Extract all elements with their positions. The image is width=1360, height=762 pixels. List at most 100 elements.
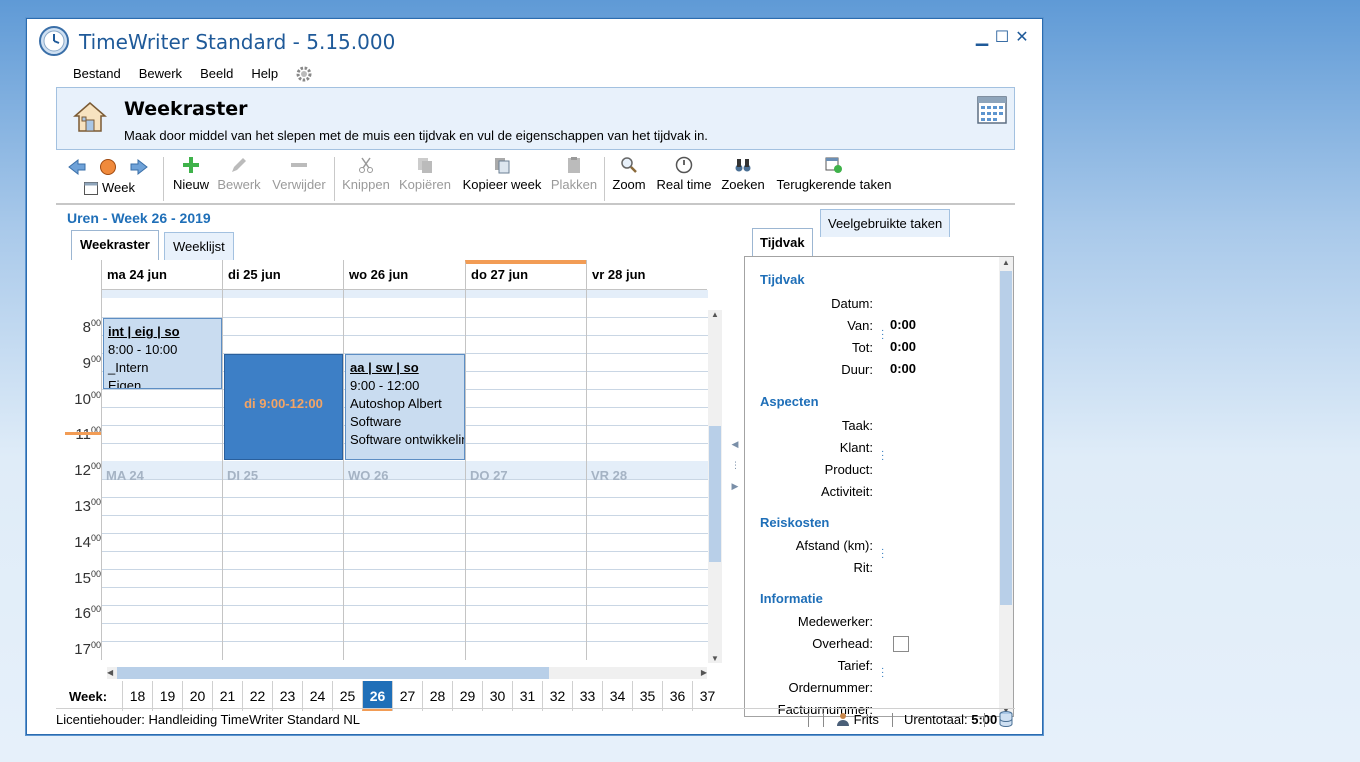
arrow-right-icon[interactable]	[130, 159, 148, 175]
delete-button[interactable]: Verwijder	[268, 153, 330, 203]
scroll-left-arrow[interactable]: ◀	[107, 668, 113, 677]
user-name: Frits	[853, 712, 879, 727]
new-button[interactable]: Nieuw	[170, 153, 212, 203]
scroll-thumb[interactable]	[117, 667, 549, 679]
panel-splitter[interactable]: ◀ ⋮ ▶	[731, 439, 740, 499]
binoculars-icon	[735, 159, 751, 172]
pencil-icon	[232, 158, 246, 172]
license-text: Licentiehouder: Handleiding TimeWriter S…	[56, 712, 360, 727]
day-header-mon[interactable]: ma 24 jun	[101, 260, 222, 290]
section-aspecten: Aspecten	[760, 394, 819, 409]
appointment-intern[interactable]: int | eig | so 8:00 - 10:00 _Intern Eige…	[103, 318, 222, 389]
hour-label: 1200	[74, 461, 101, 479]
app-clock-icon	[39, 26, 69, 56]
page-banner: Weekraster Maak door middel van het slep…	[56, 87, 1015, 150]
menu-beeld[interactable]: Beeld	[191, 65, 242, 83]
field-tot[interactable]: 0:00	[890, 339, 916, 354]
copy-week-icon	[495, 158, 510, 174]
tab-tijdvak[interactable]: Tijdvak	[752, 228, 813, 258]
app-window: TimeWriter Standard - 5.15.000 ▁ ☐ ✕ Bes…	[26, 18, 1043, 735]
scroll-right-arrow[interactable]: ▶	[701, 668, 707, 677]
week-18[interactable]: 18	[122, 681, 152, 711]
recurring-tasks-button[interactable]: Terugkerende taken	[774, 153, 894, 203]
week-30[interactable]: 30	[482, 681, 512, 711]
field-label-afstand: Afstand (km):	[795, 538, 873, 553]
copy-week-button[interactable]: Kopieer week	[460, 153, 544, 203]
week-27[interactable]: 27	[392, 681, 422, 711]
scroll-up-arrow[interactable]: ▲	[711, 310, 719, 319]
week-31[interactable]: 31	[512, 681, 542, 711]
tab-weeklijst[interactable]: Weeklijst	[164, 232, 234, 260]
overhead-checkbox[interactable]	[893, 636, 909, 652]
week-25[interactable]: 25	[332, 681, 362, 711]
window-title: TimeWriter Standard - 5.15.000	[79, 30, 396, 54]
section-informatie: Informatie	[760, 591, 823, 606]
week-36[interactable]: 36	[662, 681, 692, 711]
selected-timeslot[interactable]: di 9:00-12:00	[224, 354, 343, 460]
day-header-wed[interactable]: wo 26 jun	[343, 260, 465, 290]
copy-button[interactable]: Kopiëren	[397, 153, 453, 203]
close-button[interactable]: ✕	[1013, 29, 1031, 47]
real-time-button[interactable]: Real time	[656, 153, 712, 203]
week-grid[interactable]: ma 24 jun di 25 jun wo 26 jun do 27 jun …	[63, 260, 723, 660]
menu-help[interactable]: Help	[242, 65, 287, 83]
menu-bewerk[interactable]: Bewerk	[130, 65, 191, 83]
edit-button[interactable]: Bewerk	[216, 153, 262, 203]
week-34[interactable]: 34	[602, 681, 632, 711]
week-19[interactable]: 19	[152, 681, 182, 711]
scroll-thumb[interactable]	[1000, 271, 1012, 605]
appointment-autoshop[interactable]: aa | sw | so 9:00 - 12:00 Autoshop Alber…	[345, 354, 465, 460]
database-icon[interactable]	[999, 711, 1013, 727]
week-22[interactable]: 22	[242, 681, 272, 711]
scroll-up-arrow[interactable]: ▲	[1002, 258, 1010, 267]
tab-veelgebruikte-taken[interactable]: Veelgebruikte taken	[820, 209, 951, 237]
hour-label: 1700	[74, 640, 101, 658]
week-26[interactable]: 26	[362, 681, 392, 711]
search-button[interactable]: Zoeken	[720, 153, 766, 203]
zoom-icon	[621, 157, 637, 173]
field-van[interactable]: 0:00	[890, 317, 916, 332]
gear-icon[interactable]	[295, 65, 313, 83]
scroll-down-arrow[interactable]: ▼	[711, 654, 719, 663]
week-29[interactable]: 29	[452, 681, 482, 711]
week-33[interactable]: 33	[572, 681, 602, 711]
week-view-label: Week	[102, 180, 135, 195]
day-header-thu[interactable]: do 27 jun	[465, 260, 586, 290]
today-icon[interactable]	[99, 158, 117, 176]
noon-label-wed: WO 26	[348, 468, 389, 483]
grid-horizontal-scrollbar[interactable]: ◀ ▶	[107, 667, 707, 679]
field-label-van: Van:	[847, 318, 873, 333]
week-32[interactable]: 32	[542, 681, 572, 711]
zoom-button[interactable]: Zoom	[610, 153, 648, 203]
menu-bestand[interactable]: Bestand	[64, 65, 130, 83]
scroll-thumb[interactable]	[709, 426, 721, 562]
field-label-klant: Klant:	[839, 440, 873, 455]
week-37[interactable]: 37	[692, 681, 722, 711]
paste-button[interactable]: Plakken	[550, 153, 598, 203]
status-bar: Licentiehouder: Handleiding TimeWriter S…	[56, 708, 1015, 730]
week-view-button[interactable]: Week	[84, 180, 135, 195]
tab-weekraster[interactable]: Weekraster	[71, 230, 159, 260]
field-duur[interactable]: 0:00	[890, 361, 916, 376]
day-header-fri[interactable]: vr 28 jun	[586, 260, 707, 290]
maximize-button[interactable]: ☐	[993, 29, 1011, 47]
week-28[interactable]: 28	[422, 681, 452, 711]
minimize-button[interactable]: ▁	[973, 29, 991, 47]
week-21[interactable]: 21	[212, 681, 242, 711]
week-24[interactable]: 24	[302, 681, 332, 711]
field-label-datum: Datum:	[831, 296, 873, 311]
cut-button[interactable]: Knippen	[340, 153, 392, 203]
grid-vertical-scrollbar[interactable]: ▲ ▼	[708, 310, 722, 663]
current-user[interactable]: Frits	[836, 712, 879, 727]
field-label-product: Product:	[824, 462, 873, 477]
field-label-ordernummer: Ordernummer:	[788, 680, 873, 695]
day-header-tue[interactable]: di 25 jun	[222, 260, 343, 290]
week-23[interactable]: 23	[272, 681, 302, 711]
hour-label: 1300	[74, 497, 101, 515]
week-35[interactable]: 35	[632, 681, 662, 711]
week-20[interactable]: 20	[182, 681, 212, 711]
hour-label: 1000	[74, 390, 101, 408]
panel-scrollbar[interactable]: ▲ ▼	[999, 257, 1013, 716]
clock-icon	[675, 156, 693, 174]
arrow-left-icon[interactable]	[68, 159, 86, 175]
